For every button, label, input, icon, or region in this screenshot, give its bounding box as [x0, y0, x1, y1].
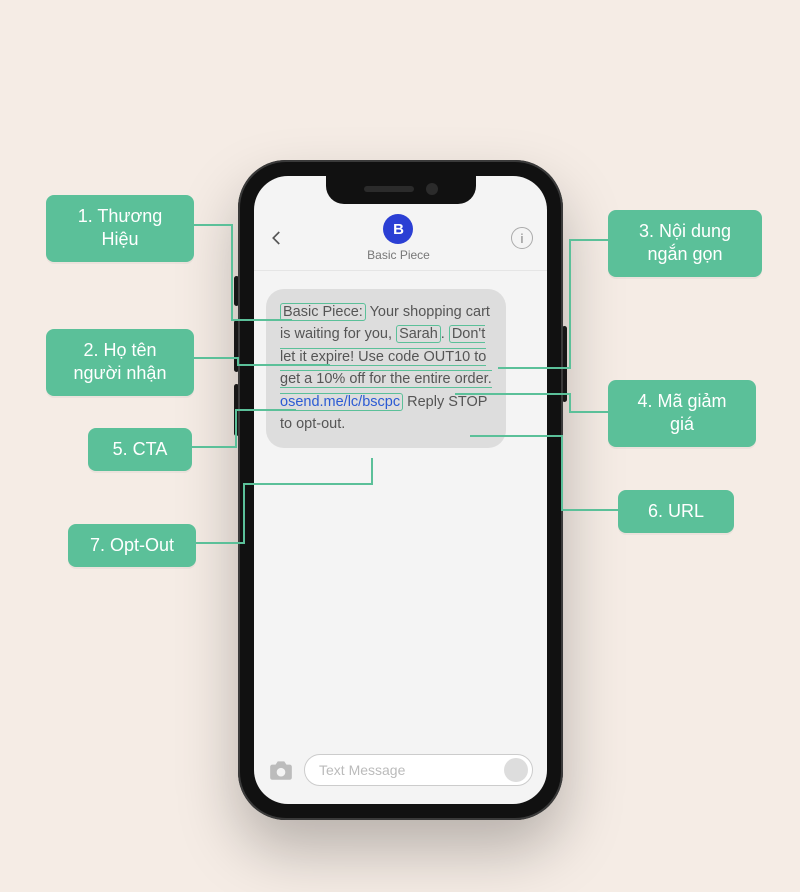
contact-name: Basic Piece — [367, 248, 430, 262]
callout-discount-code: 4. Mã giảm giá — [608, 380, 756, 447]
phone-notch — [326, 176, 476, 204]
phone-screen: B Basic Piece i Basic Piece: Your shoppi… — [254, 176, 547, 804]
message-input[interactable]: Text Message — [304, 754, 533, 786]
callout-url: 6. URL — [618, 490, 734, 533]
back-button[interactable] — [268, 229, 286, 247]
callout-brand: 1. Thương Hiệu — [46, 195, 194, 262]
callout-cta: 5. CTA — [88, 428, 192, 471]
sms-link[interactable]: osend.me/lc/bscpc — [280, 394, 400, 410]
avatar: B — [383, 214, 413, 244]
chevron-left-icon — [268, 229, 286, 247]
send-button[interactable] — [504, 758, 528, 782]
callout-optout: 7. Opt-Out — [68, 524, 196, 567]
message-input-placeholder: Text Message — [319, 762, 405, 778]
callout-short-content: 3. Nội dung ngắn gọn — [608, 210, 762, 277]
sms-text: . — [441, 326, 449, 342]
callout-recipient-name: 2. Họ tên người nhận — [46, 329, 194, 396]
sms-brand-highlight: Basic Piece: — [280, 303, 366, 321]
incoming-message-bubble: Basic Piece: Your shopping cart is waiti… — [266, 289, 506, 448]
message-composer: Text Message — [254, 744, 547, 804]
sms-recipient-name-highlight: Sarah — [396, 325, 441, 343]
info-button[interactable]: i — [511, 227, 533, 249]
phone-frame: B Basic Piece i Basic Piece: Your shoppi… — [238, 160, 563, 820]
message-thread: Basic Piece: Your shopping cart is waiti… — [254, 271, 547, 744]
contact-block[interactable]: B Basic Piece — [367, 214, 430, 262]
camera-icon[interactable] — [268, 759, 294, 781]
